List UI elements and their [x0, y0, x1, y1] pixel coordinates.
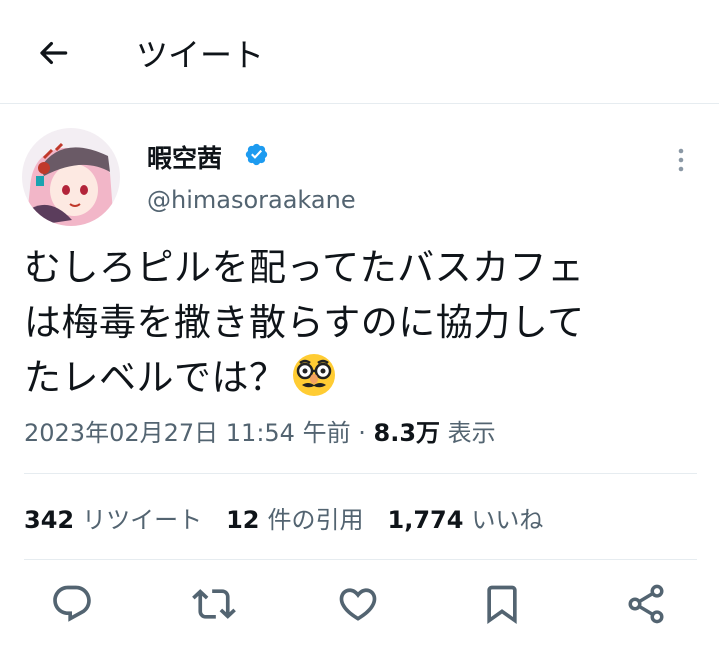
tweet-text: むしろピルを配ってたバスカフェ は梅毒を撒き散らすのに協力して たレベルでは？ [24, 240, 684, 405]
verified-badge-icon [244, 142, 269, 167]
divider [24, 473, 697, 474]
tweet-datetime[interactable]: 2023年02月27日 11:54 午前 [24, 419, 351, 447]
divider [24, 559, 697, 560]
page-title: ツイート [136, 36, 265, 74]
tweet-text-line: むしろピルを配ってたバスカフェ [24, 246, 585, 289]
retweets-count: 342 [24, 506, 75, 534]
retweets-label: リツイート [82, 506, 203, 534]
quotes-label: 件の引用 [267, 506, 364, 534]
author-name[interactable]: 暇空茜 [147, 139, 222, 175]
reply-icon [53, 585, 91, 622]
author-handle[interactable]: @himasoraakane [147, 186, 356, 214]
bookmark-icon [487, 585, 517, 625]
retweets-stat[interactable]: 342 リツイート [24, 506, 226, 534]
tweet-stats: 342 リツイート 12 件の引用 1,774 いいね [24, 500, 567, 535]
likes-stat[interactable]: 1,774 いいね [388, 506, 568, 534]
tweet-text-line: は梅毒を撒き散らすのに協力して [24, 301, 585, 344]
views-count: 8.3万 [373, 419, 441, 447]
quotes-count: 12 [226, 506, 260, 534]
tweet-text-line-content: たレベルでは？ [24, 356, 287, 399]
bookmark-button[interactable] [480, 582, 524, 626]
likes-count: 1,774 [387, 506, 464, 534]
more-vertical-icon [678, 148, 684, 172]
views-label: 表示 [447, 419, 496, 447]
likes-label: いいね [471, 506, 544, 534]
retweet-button[interactable] [192, 582, 236, 626]
quotes-stat[interactable]: 12 件の引用 [226, 506, 387, 534]
meta-separator: · [358, 419, 366, 447]
like-icon [339, 588, 377, 621]
arrow-left-icon [40, 41, 68, 65]
top-bar: ツイート [0, 0, 719, 104]
share-icon [628, 584, 664, 624]
avatar[interactable] [22, 128, 120, 226]
reply-button[interactable] [50, 582, 94, 626]
like-button[interactable] [336, 582, 380, 626]
back-button[interactable] [34, 34, 72, 72]
tweet-text-line: たレベルでは？ [24, 350, 684, 405]
disguised-face-icon [291, 352, 337, 398]
share-button[interactable] [624, 582, 668, 626]
tweet-meta: 2023年02月27日 11:54 午前 · 8.3万 表示 [24, 413, 496, 448]
more-options-button[interactable] [670, 145, 692, 175]
retweet-icon [192, 589, 236, 619]
avatar-image [22, 128, 120, 226]
